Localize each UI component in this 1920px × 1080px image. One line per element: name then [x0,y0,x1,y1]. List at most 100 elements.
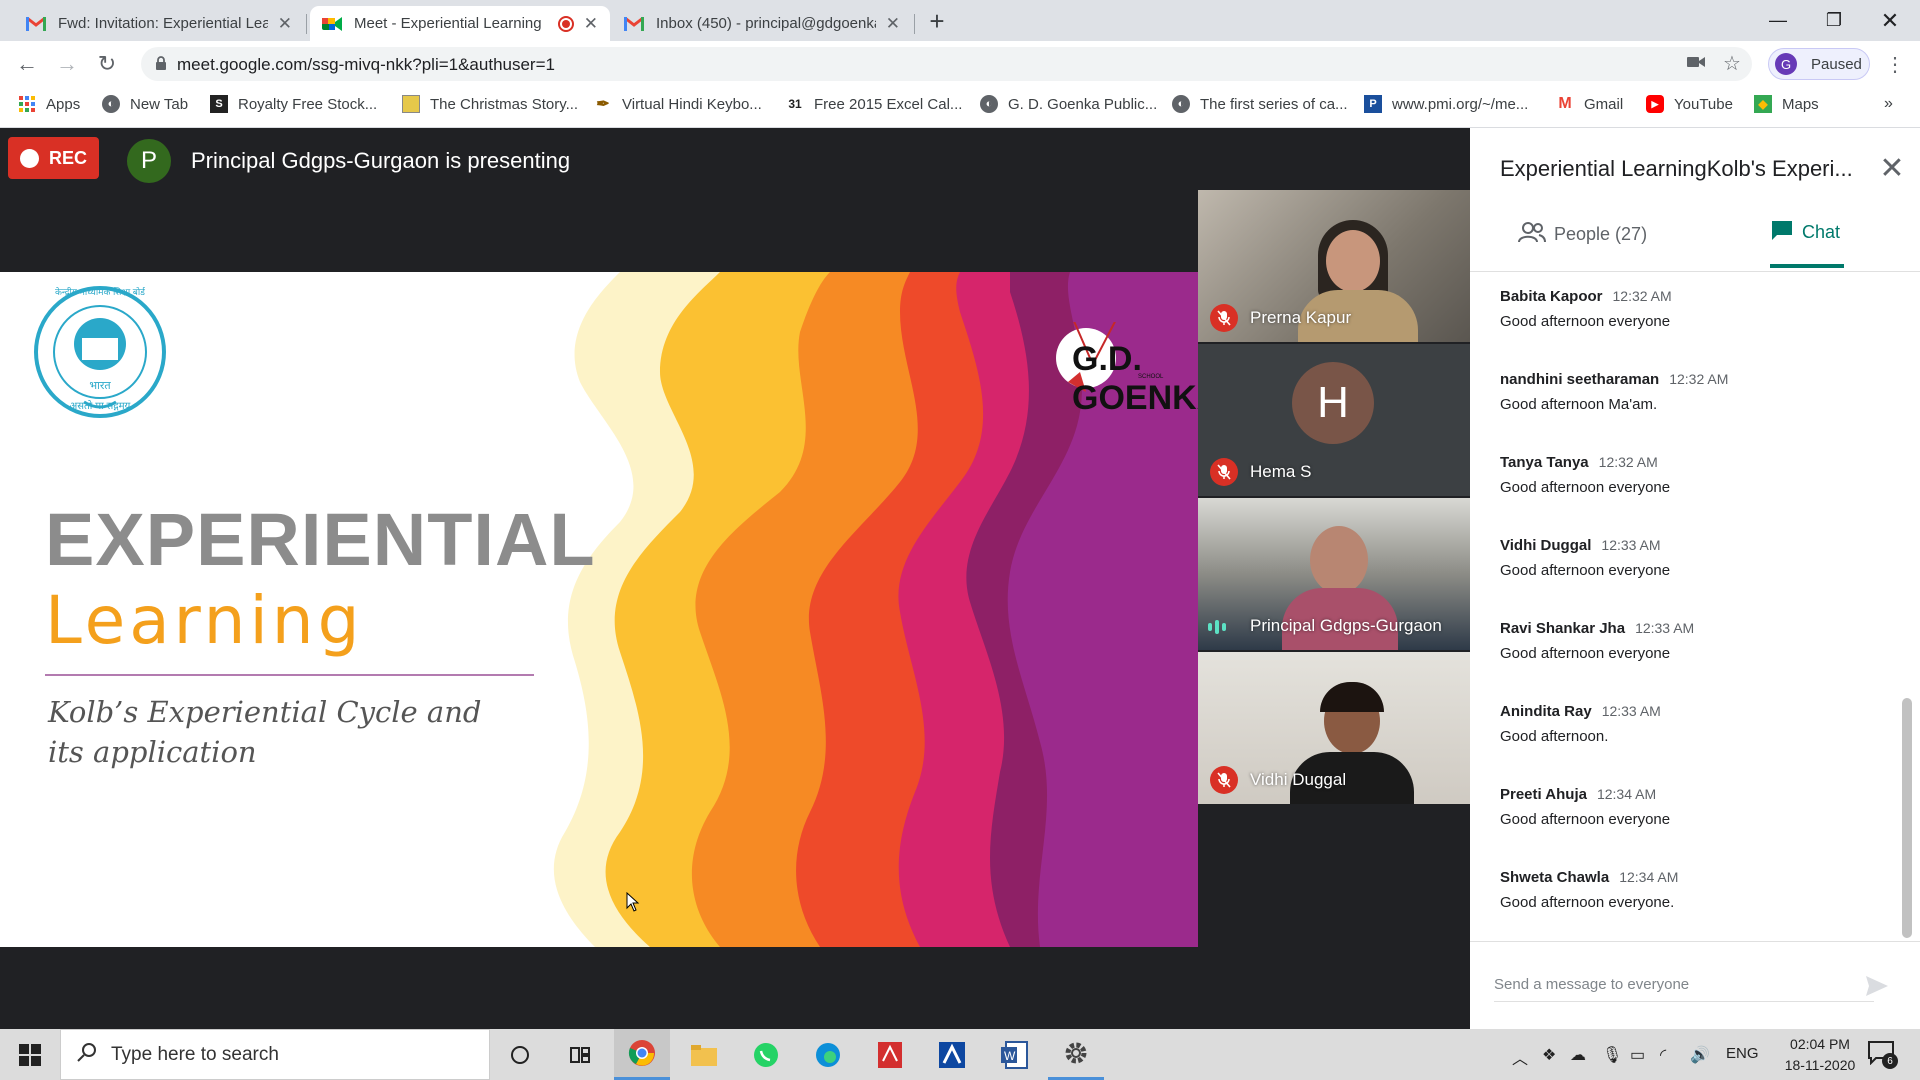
gmail-icon [624,16,644,31]
participant-tile[interactable]: H Hema S [1198,344,1470,496]
edge-icon[interactable] [800,1029,856,1080]
apps-grid-icon [18,95,36,113]
tab-title: Meet - Experiential Learning [354,15,542,32]
menu-kebab-icon[interactable]: ⋮ [1880,49,1910,79]
presenter-avatar: P [127,139,171,183]
tab-meet[interactable]: Meet - Experiential Learning ✕ [310,6,610,41]
back-arrow-icon[interactable]: ← [12,49,42,79]
profile-button[interactable]: G Paused [1768,48,1870,80]
battery-icon[interactable]: ▭ [1630,1045,1645,1065]
pmi-icon: P [1364,95,1382,113]
bookmark-royalty-free[interactable]: S Royalty Free Stock... [210,95,377,113]
whatsapp-icon[interactable] [738,1029,794,1080]
cbse-seal-logo: केन्द्रीय माध्यमिक शिक्षा बोर्ड भारत असत… [30,282,170,422]
bookmark-apps[interactable]: Apps [18,95,80,113]
minimize-icon[interactable]: — [1750,0,1806,41]
slide-title-line1: EXPERIENTIAL [45,498,596,581]
close-panel-icon[interactable]: ✕ [1874,150,1910,186]
participant-tile[interactable]: Principal Gdgps-Gurgaon [1198,498,1470,650]
tab-close-icon[interactable]: ✕ [886,14,900,34]
chat-message: Shweta Chawla 12:34 AM Good afternoon eve… [1500,869,1679,911]
dropbox-icon[interactable]: ❖ [1542,1045,1556,1065]
shutterstock-icon: S [210,95,228,113]
word-icon[interactable]: W [986,1029,1042,1080]
microphone-icon[interactable]: 🎙 [1602,1045,1622,1065]
notifications-icon[interactable]: 6 [1868,1041,1898,1069]
browser-toolbar: ← → ↻ meet.google.com/ssg-mivq-nkk?pli=1… [0,41,1920,87]
forward-arrow-icon[interactable]: → [52,49,82,79]
tab-close-icon[interactable]: ✕ [278,14,292,34]
cortana-icon[interactable] [492,1029,548,1080]
bookmark-star-icon[interactable]: ☆ [1723,51,1741,76]
bookmark-hindi-keyboard[interactable]: ✒ Virtual Hindi Keybo... [594,95,762,114]
chrome-taskbar-icon[interactable] [614,1029,670,1080]
url-text: meet.google.com/ssg-mivq-nkk?pli=1&authu… [177,55,555,74]
tray-chevron-icon[interactable]: ︿ [1512,1045,1528,1069]
settings-gear-icon[interactable] [1048,1029,1104,1080]
address-bar[interactable]: meet.google.com/ssg-mivq-nkk?pli=1&authu… [141,47,1752,81]
slide-divider [45,674,534,676]
presenting-status: Principal Gdgps-Gurgaon is presenting [191,148,571,173]
windows-taskbar: Type here to search W ︿ ❖ ☁ 🎙 ▭ ◜ 🔊 ENG … [0,1029,1920,1080]
send-icon[interactable] [1862,971,1892,1001]
acrobat-icon[interactable] [862,1029,918,1080]
globe-icon: ◐ [1172,95,1190,113]
task-view-icon[interactable] [552,1029,608,1080]
globe-icon: ◐ [980,95,998,113]
bookmark-gd-goenka[interactable]: ◐ G. D. Goenka Public... [980,95,1157,113]
gmail-icon: M [1558,95,1572,112]
mic-off-icon [1210,458,1238,486]
file-explorer-icon[interactable] [676,1029,732,1080]
volume-icon[interactable]: 🔊 [1690,1045,1710,1065]
bookmark-first-series[interactable]: ◐ The first series of ca... [1172,95,1348,113]
globe-icon: ◐ [102,95,120,113]
chat-scrollbar[interactable] [1902,698,1912,938]
onedrive-icon[interactable]: ☁ [1570,1045,1586,1065]
bookmarks-bar: Apps ◐ New Tab S Royalty Free Stock... The… [0,87,1920,128]
youtube-icon: ▶ [1646,95,1664,113]
bookmark-excel-calendar[interactable]: 31 Free 2015 Excel Cal... [786,95,962,113]
bookmark-christmas-story[interactable]: The Christmas Story... [402,95,578,113]
tab-title: Fwd: Invitation: Experiential Learning [58,15,268,32]
calendar-icon: 31 [788,97,802,111]
tab-close-icon[interactable]: ✕ [584,14,598,34]
bookmark-maps[interactable]: ◆ Maps [1754,95,1819,113]
tab-gmail-invitation[interactable]: Fwd: Invitation: Experiential Learning ✕ [14,6,304,41]
bookmarks-overflow-icon[interactable]: » [1884,95,1893,113]
clock[interactable]: 02:04 PM 18-11-2020 [1770,1034,1870,1076]
tab-gmail-inbox[interactable]: Inbox (450) - principal@gdgoenka ✕ [612,6,912,41]
chat-message: Babita Kapoor 12:32 AM Good afternoon eve… [1500,288,1672,330]
maps-icon: ◆ [1754,95,1772,113]
bookmark-pmi[interactable]: Pwww.pmi.org/~/me... [1364,95,1528,113]
meeting-title: Experiential LearningKolb's Experi... [1500,156,1853,181]
chat-message: Ravi Shankar Jha 12:33 AM Good afternoon … [1500,620,1695,662]
language-indicator[interactable]: ENG [1726,1045,1759,1062]
bookmark-gmail[interactable]: M Gmail [1556,95,1623,113]
notification-count: 6 [1882,1053,1898,1069]
tab-chat[interactable]: Chat [1770,200,1844,268]
new-tab-button[interactable]: + [922,6,952,36]
panel-divider [1470,271,1920,272]
bookmark-new-tab[interactable]: ◐ New Tab [102,95,188,113]
participant-name: Prerna Kapur [1250,308,1352,327]
camera-icon[interactable] [1687,55,1705,74]
restore-icon[interactable]: ❐ [1806,0,1862,41]
windows-start-icon[interactable] [2,1029,58,1080]
participant-tile[interactable]: Vidhi Duggal [1198,652,1470,804]
chat-message: Anindita Ray 12:33 AM Good afternoon. [1500,703,1661,745]
taskbar-search-box[interactable]: Type here to search [60,1029,490,1080]
speaking-indicator-icon [1208,616,1228,638]
reload-icon[interactable]: ↻ [92,49,122,79]
feather-icon: ✒ [596,96,610,113]
participant-tile[interactable]: Prerna Kapur [1198,190,1470,342]
bookmark-youtube[interactable]: ▶ YouTube [1646,95,1733,113]
recording-badge: REC [8,137,99,179]
clock-time: 02:04 PM [1790,1036,1850,1052]
app-taskbar-icon[interactable] [924,1029,980,1080]
record-dot-icon [20,148,39,168]
close-window-icon[interactable]: ✕ [1862,0,1918,41]
chat-message: Vidhi Duggal 12:33 AM Good afternoon ever… [1500,537,1671,579]
chat-message-input[interactable]: Send a message to everyone [1494,968,1874,1002]
tab-people[interactable]: People (27) [1518,200,1647,268]
network-icon[interactable]: ◜ [1660,1045,1666,1065]
